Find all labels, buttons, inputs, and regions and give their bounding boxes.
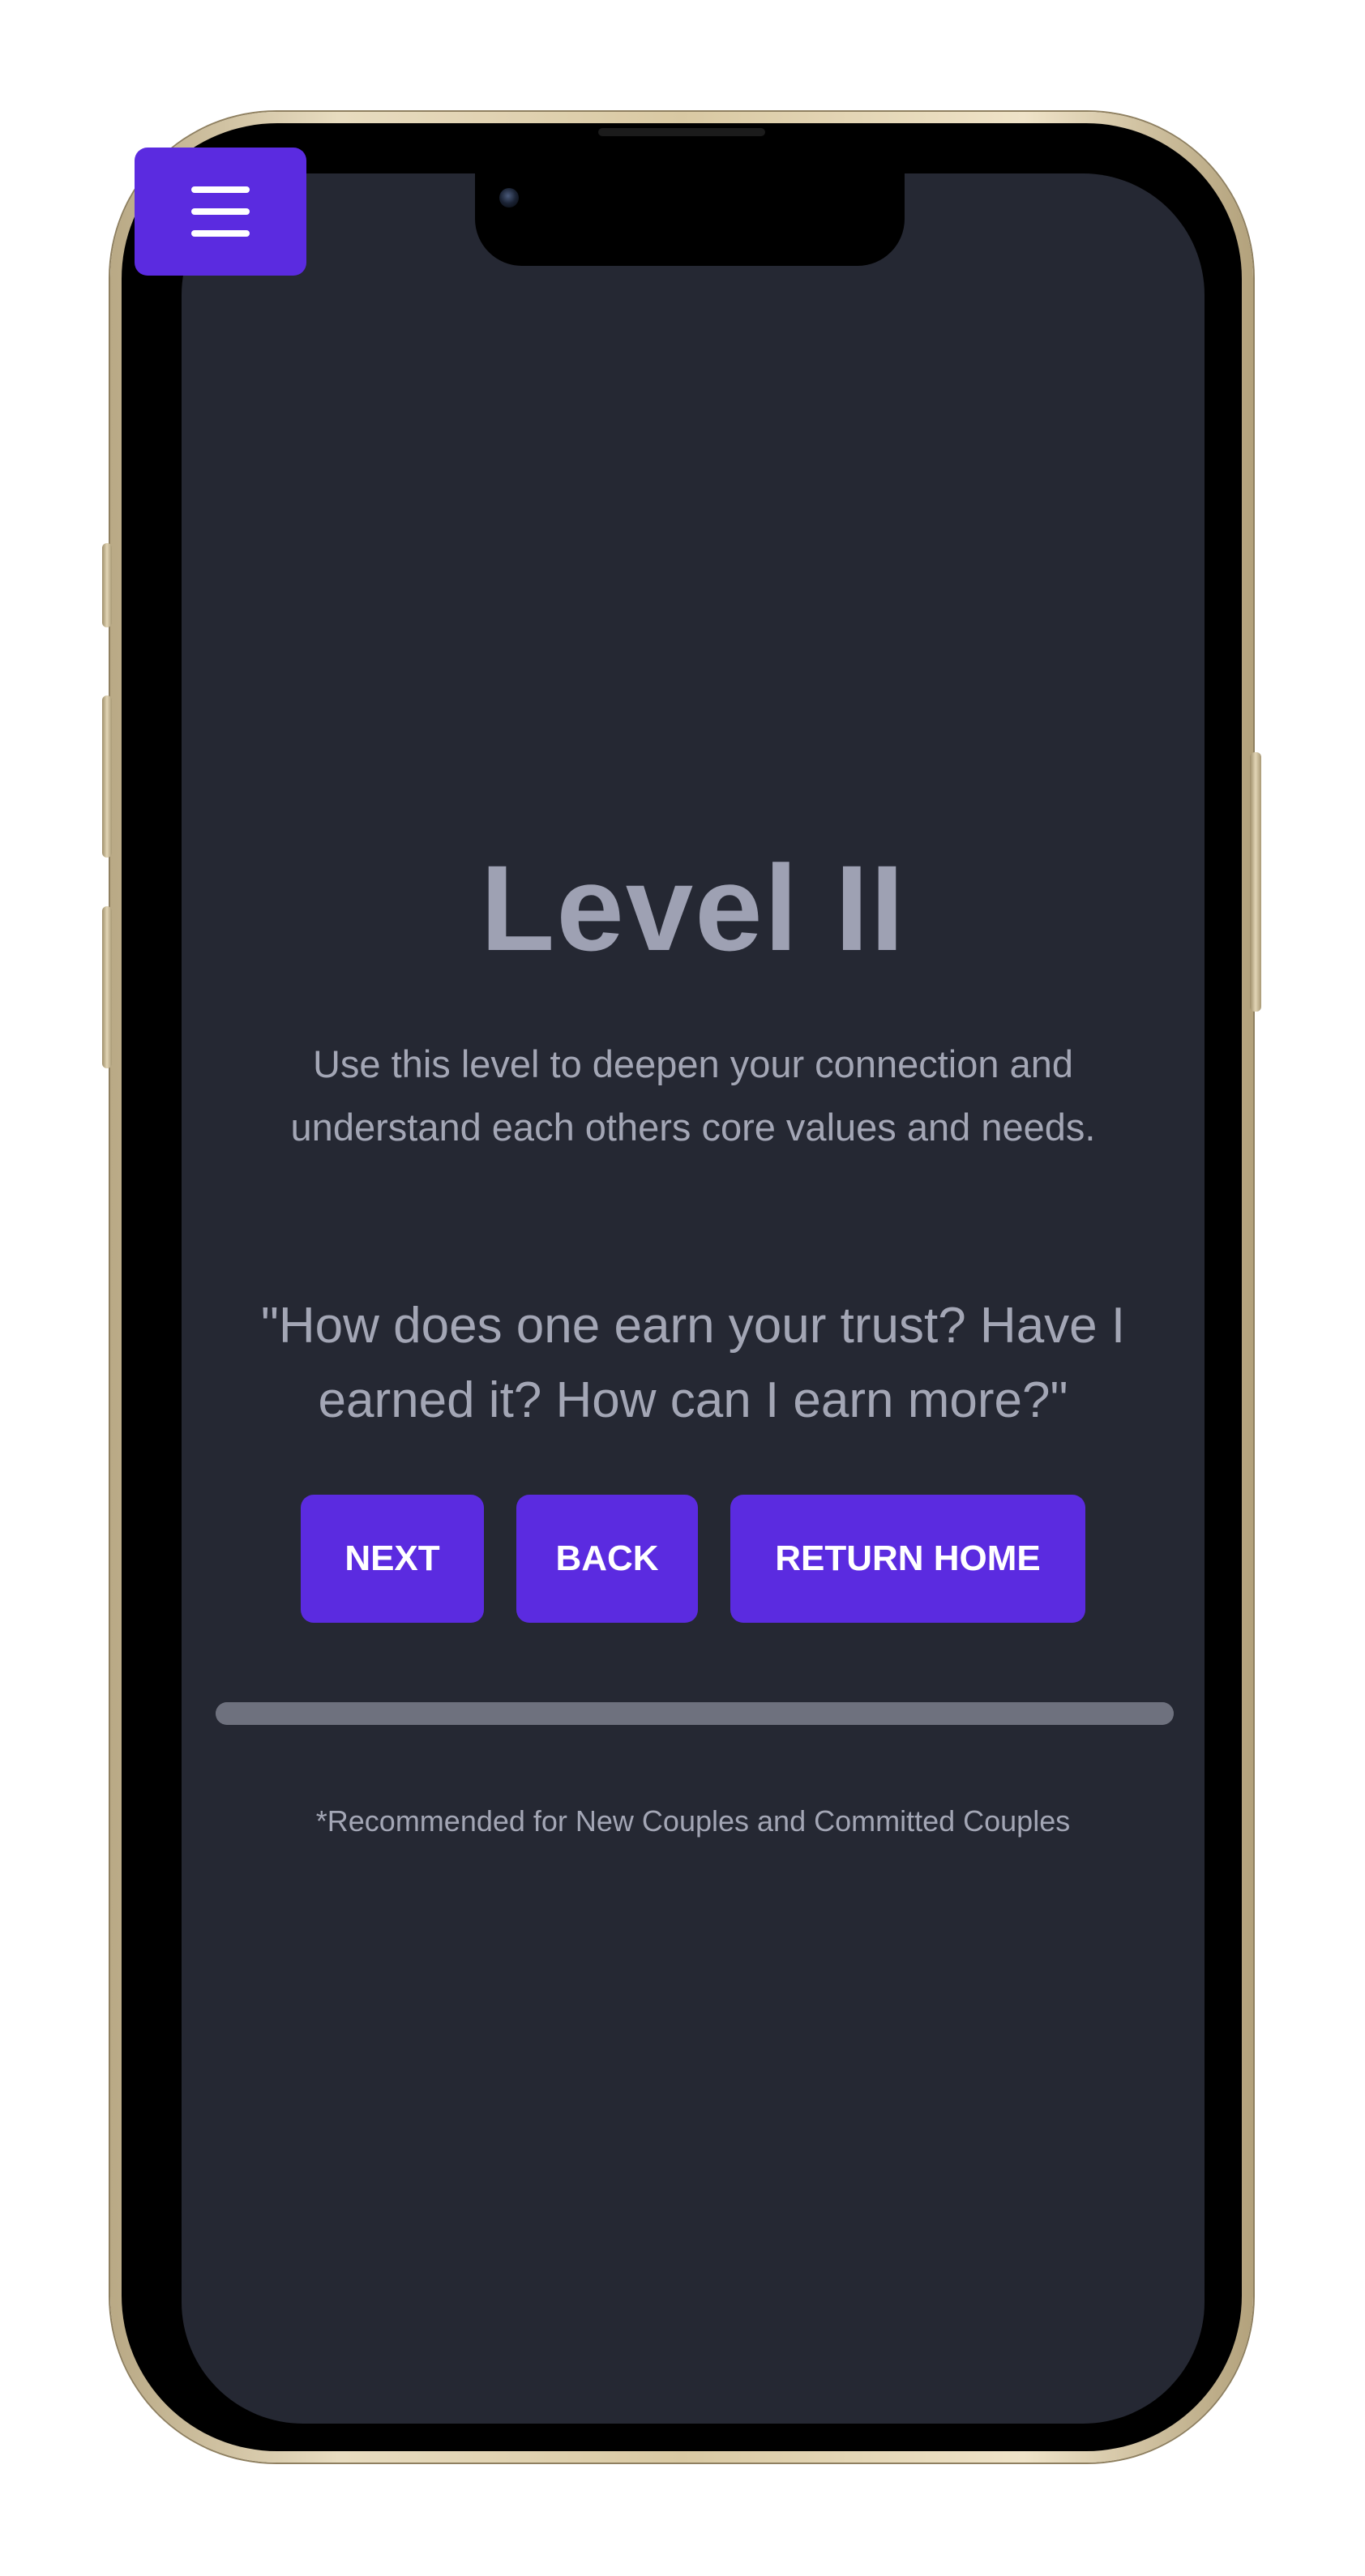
hamburger-menu-icon xyxy=(191,186,250,237)
phone-frame: Level II Use this level to deepen your c… xyxy=(102,112,1261,2463)
action-buttons: NEXT BACK RETURN HOME xyxy=(182,1495,1205,1623)
phone-bezel: Level II Use this level to deepen your c… xyxy=(122,123,1242,2451)
silent-switch xyxy=(102,543,112,627)
next-button[interactable]: NEXT xyxy=(301,1495,484,1623)
progress-bar xyxy=(216,1702,1174,1725)
power-button xyxy=(1250,752,1261,1012)
recommendation-footnote: *Recommended for New Couples and Committ… xyxy=(315,1804,1071,1838)
menu-button[interactable] xyxy=(135,148,306,276)
level-title: Level II xyxy=(480,840,906,976)
earpiece-speaker xyxy=(598,128,765,136)
volume-up-button xyxy=(102,695,112,858)
front-camera-icon xyxy=(499,188,519,208)
question-text: "How does one earn your trust? Have I ea… xyxy=(260,1298,1126,1428)
progress-fill xyxy=(216,1702,1174,1725)
volume-down-button xyxy=(102,906,112,1068)
app-screen: Level II Use this level to deepen your c… xyxy=(182,173,1205,2424)
level-description: Use this level to deepen your connection… xyxy=(290,1042,1096,1149)
notch xyxy=(475,173,905,266)
back-button[interactable]: BACK xyxy=(516,1495,698,1623)
return-home-button[interactable]: RETURN HOME xyxy=(730,1495,1085,1623)
